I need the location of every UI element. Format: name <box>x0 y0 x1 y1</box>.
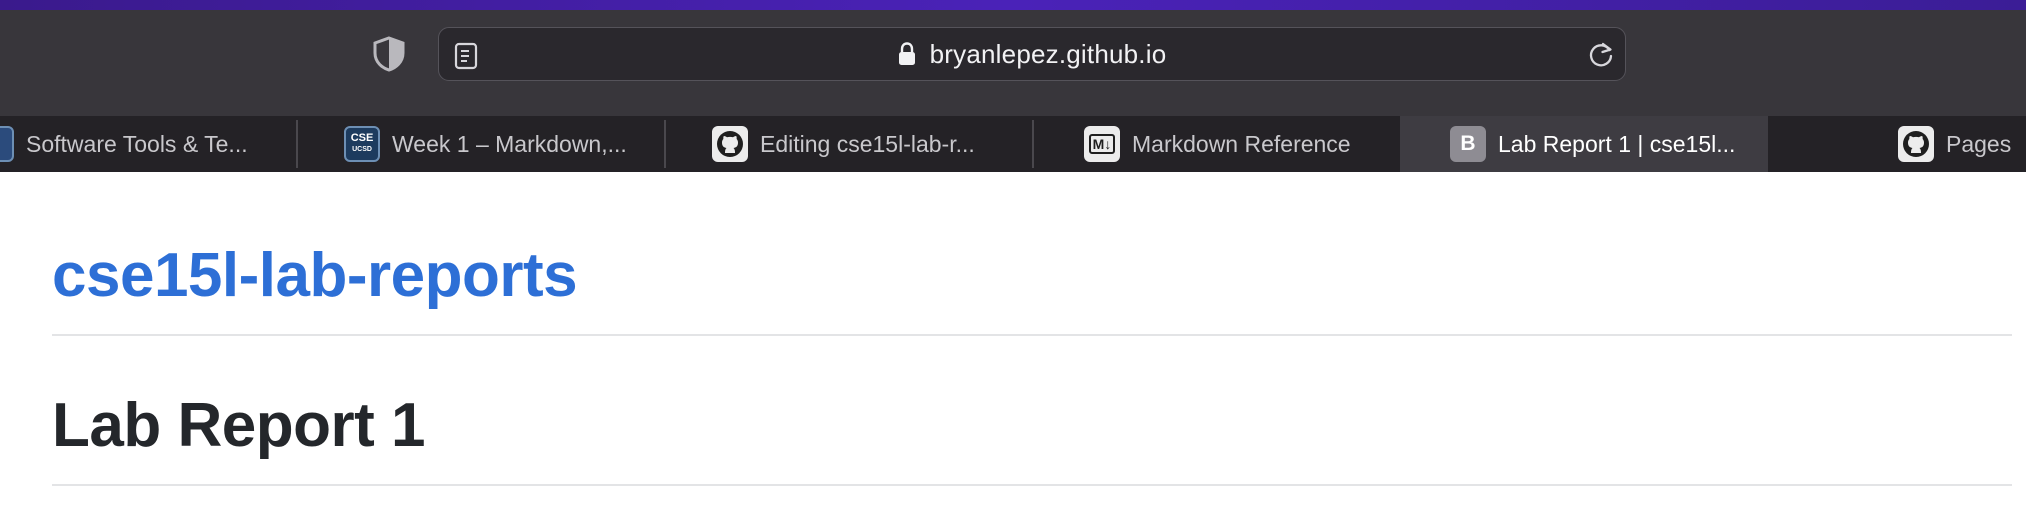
favicon-text: UCSD <box>352 146 372 153</box>
cse-ucsd-favicon-icon: CSE UCSD <box>344 126 380 162</box>
tab-lab-report-1[interactable]: B Lab Report 1 | cse15l... <box>1400 116 1768 172</box>
tab-title: Lab Report 1 | cse15l... <box>1498 130 1736 157</box>
tab-title: Markdown Reference <box>1132 130 1351 157</box>
page-title: Lab Report 1 <box>52 391 425 460</box>
tab-divider <box>296 120 298 168</box>
tab-markdown-reference[interactable]: M↓ Markdown Reference <box>1084 116 1402 172</box>
site-favicon-icon <box>0 126 14 162</box>
tab-week1-markdown[interactable]: CSE UCSD Week 1 – Markdown,... <box>344 116 662 172</box>
favicon-text: CSE <box>350 132 374 144</box>
github-icon <box>712 126 748 162</box>
tab-title: Pages <box>1946 130 2012 157</box>
markdown-icon: M↓ <box>1084 126 1120 162</box>
tab-software-tools[interactable]: Software Tools & Te... <box>0 116 296 172</box>
window-accent-strip <box>0 0 2026 10</box>
reload-icon[interactable] <box>1586 40 1616 70</box>
tab-editing-cse15l[interactable]: Editing cse15l-lab-r... <box>712 116 1030 172</box>
divider <box>52 334 2012 336</box>
site-title-link[interactable]: cse15l-lab-reports <box>52 240 578 311</box>
favicon-text: M↓ <box>1088 134 1116 154</box>
favicon-text: B <box>1460 132 1476 155</box>
divider <box>52 484 2012 486</box>
tab-divider <box>1032 120 1034 168</box>
privacy-shield-icon[interactable] <box>372 36 406 72</box>
tab-title: Week 1 – Markdown,... <box>392 130 627 157</box>
address-bar-content: bryanlepez.github.io <box>438 27 1626 81</box>
github-icon <box>1898 126 1934 162</box>
lock-icon <box>898 42 915 65</box>
letter-b-favicon-icon: B <box>1450 126 1486 162</box>
tab-strip: Software Tools & Te... CSE UCSD Week 1 –… <box>0 116 2026 172</box>
tab-divider <box>664 120 666 168</box>
tab-title: Editing cse15l-lab-r... <box>760 130 975 157</box>
address-bar-url[interactable]: bryanlepez.github.io <box>930 39 1167 70</box>
tab-pages[interactable]: Pages <box>1898 116 2026 172</box>
tab-title: Software Tools & Te... <box>26 130 248 157</box>
